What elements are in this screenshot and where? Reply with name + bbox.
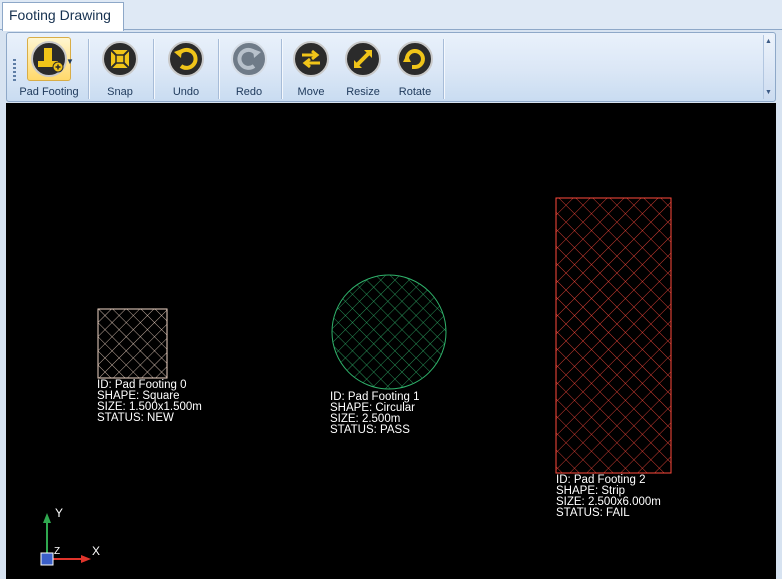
y-axis-arrow — [43, 513, 51, 523]
resize-icon — [341, 37, 385, 81]
y-axis-label: Y — [55, 506, 63, 520]
tab-strip: Footing Drawing — [0, 0, 782, 31]
undo-icon — [164, 37, 208, 81]
pad-footing-2[interactable]: ID: Pad Footing 2 SHAPE: Strip SIZE: 2.5… — [555, 197, 672, 519]
z-axis-label: Z — [54, 546, 60, 557]
toolbar-separator — [88, 39, 89, 99]
drawing-canvas[interactable]: ID: Pad Footing 0 SHAPE: Square SIZE: 1.… — [6, 103, 776, 579]
ribbon-scroll[interactable]: ▲ ▼ — [763, 35, 773, 99]
footing-0-status: STATUS: NEW — [97, 412, 174, 424]
toolbar-separator — [281, 39, 282, 99]
resize-label: Resize — [346, 86, 380, 98]
toolbar-separator — [153, 39, 154, 99]
redo-label: Redo — [235, 86, 263, 98]
toolbar-separator — [443, 39, 444, 99]
toolbar-separator — [218, 39, 219, 99]
resize-button[interactable]: Resize — [337, 37, 389, 101]
chevron-down-icon[interactable]: ▼ — [66, 57, 74, 66]
chevron-down-icon[interactable]: ▼ — [765, 89, 772, 96]
move-button[interactable]: Move — [286, 37, 336, 101]
pad-footing-0[interactable]: ID: Pad Footing 0 SHAPE: Square SIZE: 1.… — [97, 308, 202, 424]
snap-button[interactable]: Snap — [95, 37, 145, 101]
chevron-up-icon[interactable]: ▲ — [765, 38, 772, 45]
move-label: Move — [297, 86, 325, 98]
z-axis-box — [40, 552, 54, 566]
rotate-icon — [393, 37, 437, 81]
ribbon-toolbar: ▼ Pad Footing Snap Undo Redo Move Resize… — [6, 32, 776, 102]
undo-button[interactable]: Undo — [161, 37, 211, 101]
x-axis-arrow — [81, 555, 91, 563]
move-icon — [289, 37, 333, 81]
footing-2-status: STATUS: FAIL — [556, 507, 630, 519]
pad-footing-label: Pad Footing — [19, 86, 79, 98]
redo-icon — [227, 37, 271, 81]
pad-footing-icon — [27, 37, 71, 81]
footing-1-status: STATUS: PASS — [330, 424, 410, 436]
rotate-label: Rotate — [398, 86, 432, 98]
pad-footing-button[interactable]: ▼ Pad Footing — [19, 37, 79, 101]
rotate-button[interactable]: Rotate — [389, 37, 441, 101]
axis-indicator: Y X Z — [40, 506, 100, 566]
tab-footing-drawing[interactable]: Footing Drawing — [2, 2, 124, 31]
redo-button[interactable]: Redo — [224, 37, 274, 101]
snap-label: Snap — [107, 86, 133, 98]
x-axis-label: X — [92, 544, 100, 558]
ribbon-group: ▼ Pad Footing Snap Undo Redo Move Resize… — [11, 35, 444, 101]
undo-label: Undo — [172, 86, 200, 98]
snap-icon — [98, 37, 142, 81]
drawing-svg: ID: Pad Footing 0 SHAPE: Square SIZE: 1.… — [40, 197, 672, 566]
pad-footing-1[interactable]: ID: Pad Footing 1 SHAPE: Circular SIZE: … — [330, 274, 447, 436]
toolbar-grip[interactable] — [13, 59, 16, 81]
